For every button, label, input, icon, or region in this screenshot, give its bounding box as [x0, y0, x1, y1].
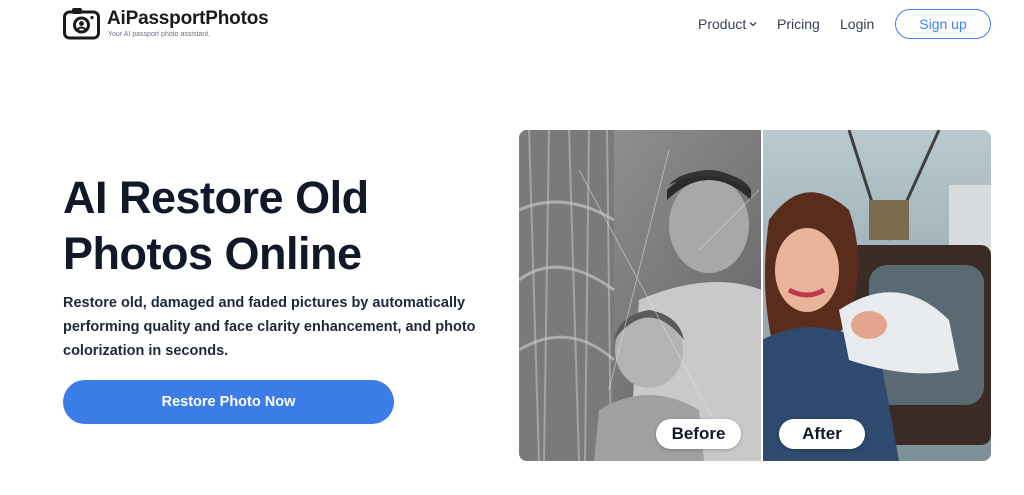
hero-title: AI Restore Old Photos Online — [63, 170, 483, 282]
site-header: AiPassportPhotos Your AI passport photo … — [0, 0, 1024, 48]
brand-logo[interactable]: AiPassportPhotos Your AI passport photo … — [63, 7, 269, 40]
before-label: Before — [656, 419, 741, 449]
nav-product-label: Product — [698, 16, 747, 32]
comparison-photo — [519, 130, 991, 461]
after-label: After — [779, 419, 865, 449]
restore-photo-button[interactable]: Restore Photo Now — [63, 380, 394, 424]
before-after-image[interactable] — [519, 130, 991, 461]
camera-logo-icon — [63, 8, 100, 40]
nav-pricing[interactable]: Pricing — [777, 15, 820, 33]
hero-description: Restore old, damaged and faded pictures … — [63, 295, 476, 359]
brand-name: AiPassportPhotos — [107, 8, 269, 29]
hero-title-line1: AI Restore Old — [63, 172, 369, 223]
nav-login[interactable]: Login — [840, 15, 874, 33]
hero-title-line2: Photos Online — [63, 228, 362, 279]
chevron-down-icon — [749, 22, 757, 27]
brand-tagline: Your AI passport photo assistant. — [108, 31, 211, 38]
signup-button[interactable]: Sign up — [895, 9, 991, 39]
nav-product[interactable]: Product — [698, 15, 757, 33]
